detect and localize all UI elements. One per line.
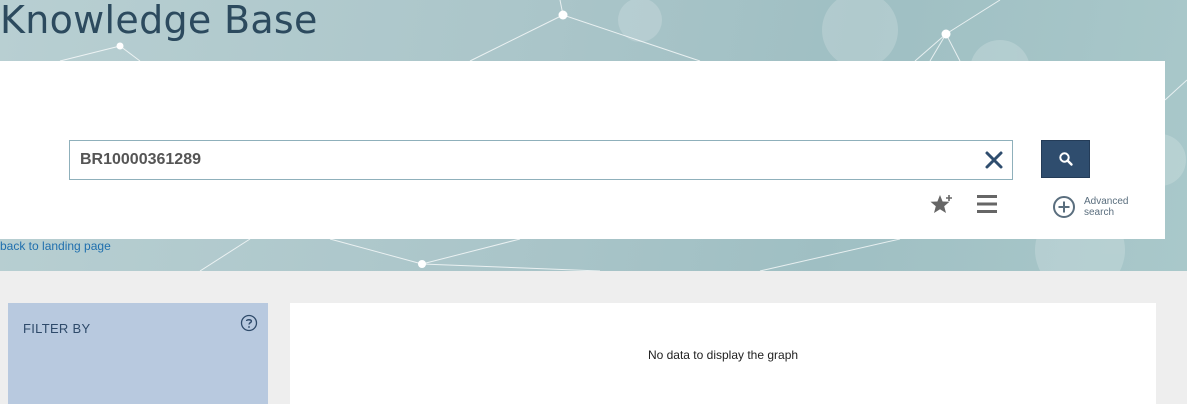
back-to-landing-link[interactable]: back to landing page bbox=[0, 239, 111, 253]
graph-panel: No data to display the graph bbox=[290, 303, 1156, 404]
filter-help-button[interactable] bbox=[240, 314, 258, 332]
clear-search-button[interactable] bbox=[982, 148, 1006, 172]
advanced-search-label: Advanced search bbox=[1084, 196, 1129, 218]
graph-empty-message: No data to display the graph bbox=[647, 348, 799, 362]
advanced-search-link[interactable]: Advanced search bbox=[1052, 194, 1134, 220]
star-plus-icon bbox=[930, 195, 952, 213]
search-input[interactable] bbox=[70, 141, 970, 179]
list-menu-button[interactable] bbox=[975, 192, 999, 216]
search-box bbox=[69, 140, 1013, 180]
search-card: Advanced search bbox=[0, 61, 1165, 239]
search-icon bbox=[1058, 152, 1073, 166]
search-button[interactable] bbox=[1041, 140, 1090, 178]
page-title: Knowledge Base bbox=[0, 0, 318, 42]
help-icon bbox=[240, 314, 258, 332]
hamburger-menu-icon bbox=[977, 195, 997, 213]
close-icon bbox=[985, 151, 1003, 169]
circle-plus-icon bbox=[1053, 196, 1075, 218]
filter-title: FILTER BY bbox=[23, 321, 91, 336]
filter-panel: FILTER BY bbox=[8, 303, 268, 404]
add-favorite-button[interactable] bbox=[929, 192, 955, 218]
